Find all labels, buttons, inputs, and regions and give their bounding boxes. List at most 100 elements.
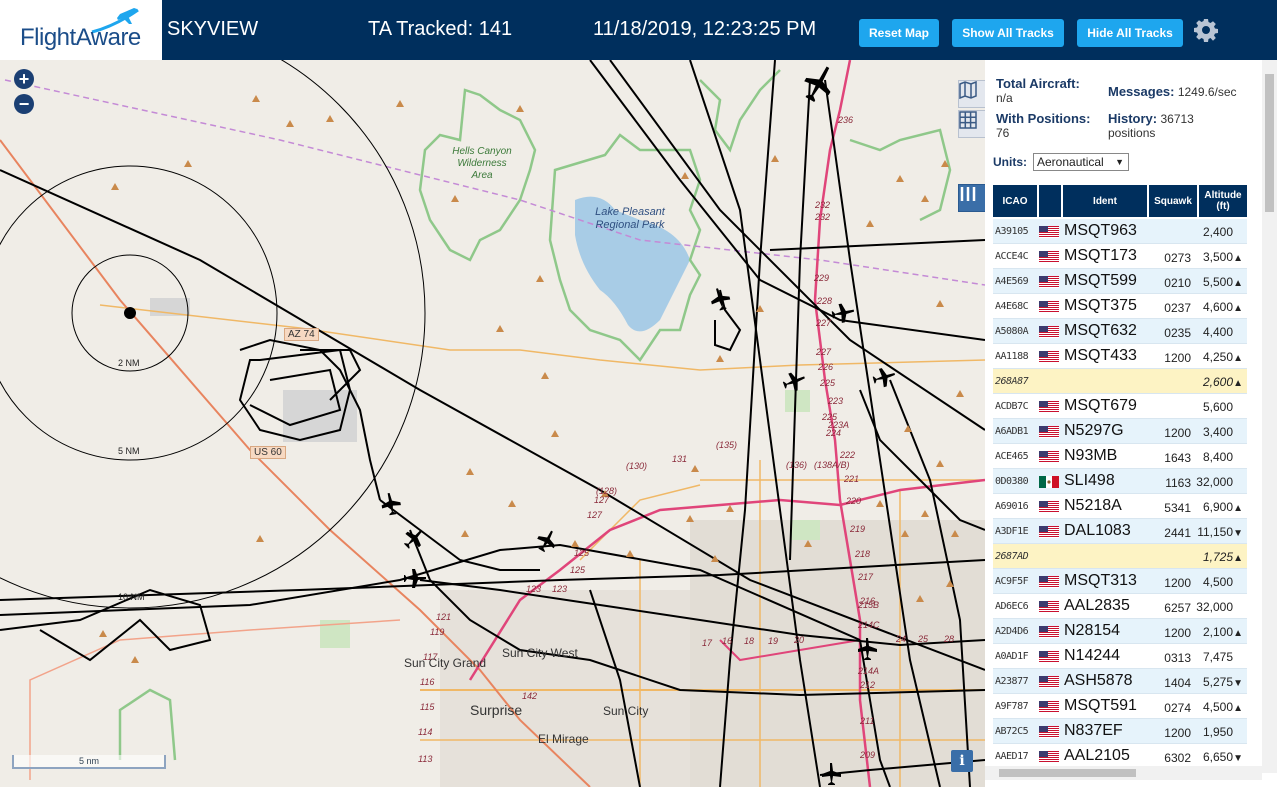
units-select[interactable]: Aeronautical ▼ <box>1033 153 1129 171</box>
route-number: 125 <box>570 565 586 575</box>
show-all-tracks-button[interactable]: Show All Tracks <box>952 19 1064 47</box>
table-row[interactable]: AA1188 MSQT433 1200 4,250▲ <box>993 344 1247 369</box>
table-row[interactable]: ACDB7C MSQT679 5,600 <box>993 394 1247 419</box>
us-flag-icon <box>1039 251 1059 263</box>
column-header-altitude[interactable]: Altitude (ft) <box>1199 185 1247 217</box>
altitude-value: 3,400 <box>1202 425 1233 439</box>
scrollbar-thumb[interactable] <box>999 769 1136 777</box>
route-number: 127 <box>594 495 610 505</box>
route-number: 221 <box>844 474 860 484</box>
column-header-ident[interactable]: Ident <box>1063 185 1147 217</box>
table-row[interactable]: ACCE4C MSQT173 0273 3,500▲ <box>993 244 1247 269</box>
route-number: 17 <box>702 638 713 648</box>
zoom-in-button[interactable]: + <box>14 69 34 89</box>
route-number: 116 <box>420 677 435 687</box>
altitude-trend-icon: ▼ <box>1233 528 1243 539</box>
altitude-cell: 5,500▲ <box>1189 275 1243 289</box>
icao-cell: AB72C5 <box>995 726 1029 737</box>
map-view[interactable]: Hells Canyon Wilderness Area Lake Pleasa… <box>0 60 985 787</box>
route-number: 20 <box>794 635 805 645</box>
table-row[interactable]: AD6EC6 AAL2835 6257 32,000 <box>993 594 1247 619</box>
table-row[interactable]: A4E569 MSQT599 0210 5,500▲ <box>993 269 1247 294</box>
table-row[interactable]: AB72C5 N837EF 1200 1,950 <box>993 719 1247 744</box>
route-number: 114 <box>418 727 433 737</box>
grid-icon <box>959 111 977 129</box>
icao-cell: 0D0380 <box>995 476 1029 487</box>
icao-cell: A2D4D6 <box>995 626 1029 637</box>
ident-cell: AAL2835 <box>1064 597 1130 614</box>
altitude-cell: 6,900▲ <box>1189 500 1243 514</box>
road-shield-us60: US 60 <box>250 446 286 459</box>
altitude-cell: 7,475 <box>1189 650 1243 664</box>
squawk-cell: 5341 <box>1164 501 1191 515</box>
icao-cell: A0AD1F <box>995 651 1029 662</box>
units-label: Units: <box>993 155 1027 169</box>
columns-toggle-button[interactable] <box>958 184 985 212</box>
altitude-cell: 1,950 <box>1189 725 1243 739</box>
altitude-value: 7,475 <box>1202 650 1233 664</box>
scrollbar-thumb[interactable] <box>1265 74 1274 212</box>
table-row[interactable]: ACE465 N93MB 1643 8,400 <box>993 444 1247 469</box>
ident-cell: N5218A <box>1064 497 1122 514</box>
ident-cell: N837EF <box>1064 722 1123 739</box>
table-row[interactable]: 0D0380 SLI498 1163 32,000 <box>993 469 1247 494</box>
route-number: 121 <box>436 612 452 622</box>
table-row[interactable]: 2687AD 1,725▲ <box>993 544 1247 569</box>
route-number: 214C <box>858 620 880 630</box>
route-number: 16 <box>722 636 733 646</box>
us-flag-icon <box>1039 426 1059 438</box>
gear-icon[interactable] <box>1194 18 1218 42</box>
column-header-icao[interactable]: ICAO <box>993 185 1037 217</box>
icao-cell: A4E68C <box>995 301 1029 312</box>
route-number: 226 <box>818 362 834 372</box>
altitude-value: 2,100 <box>1202 625 1233 639</box>
table-row[interactable]: A9F787 MSQT591 0274 4,500▲ <box>993 694 1247 719</box>
route-number: 227 <box>816 318 832 328</box>
ring-label-10nm: 10 NM <box>118 592 145 602</box>
altitude-value: 6,650 <box>1202 750 1233 764</box>
squawk-cell: 0313 <box>1164 651 1191 665</box>
column-header-squawk[interactable]: Squawk <box>1149 185 1197 217</box>
altitude-value: 4,500 <box>1202 700 1233 714</box>
info-icon[interactable]: i <box>951 750 973 772</box>
route-number: 142 <box>522 691 538 701</box>
map-layers-icon <box>959 81 977 99</box>
label-sun-city: Sun City <box>603 704 649 718</box>
route-number: 228 <box>817 296 833 306</box>
table-row[interactable]: A2D4D6 N28154 1200 2,100▲ <box>993 619 1247 644</box>
grid-button[interactable] <box>958 110 985 138</box>
map-layers-button[interactable] <box>958 80 985 108</box>
us-flag-icon <box>1039 751 1059 763</box>
reset-map-button[interactable]: Reset Map <box>859 19 939 47</box>
route-number: 214A <box>858 666 880 676</box>
table-row[interactable]: A0AD1F N14244 0313 7,475 <box>993 644 1247 669</box>
table-row[interactable]: AC9F5F MSQT313 1200 4,500 <box>993 569 1247 594</box>
table-row[interactable]: 268A87 2,600▲ <box>993 369 1247 394</box>
hide-all-tracks-button[interactable]: Hide All Tracks <box>1077 19 1183 47</box>
table-row[interactable]: A23877 ASH5878 1404 5,275▼ <box>993 669 1247 694</box>
table-row[interactable]: A3DF1E DAL1083 2441 11,150▼ <box>993 519 1247 544</box>
altitude-cell: 2,100▲ <box>1189 625 1243 639</box>
icao-cell: ACE465 <box>995 451 1029 462</box>
ring-label-2nm: 2 NM <box>118 358 140 368</box>
label-sun-city-west: Sun City West <box>502 646 578 660</box>
history-label: History: <box>1108 111 1158 126</box>
table-row[interactable]: A69016 N5218A 5341 6,900▲ <box>993 494 1247 519</box>
horizontal-scrollbar[interactable] <box>985 766 1262 780</box>
columns-icon <box>960 187 976 201</box>
zoom-out-button[interactable]: − <box>14 94 34 114</box>
us-flag-icon <box>1039 451 1059 463</box>
table-row[interactable]: A6ADB1 N5297G 1200 3,400 <box>993 419 1247 444</box>
ident-cell: MSQT599 <box>1064 272 1137 289</box>
altitude-value: 5,500 <box>1202 275 1233 289</box>
flightaware-logo[interactable]: FlightAware <box>0 0 162 60</box>
vertical-scrollbar[interactable] <box>1262 60 1277 773</box>
us-flag-icon <box>1039 226 1059 238</box>
us-flag-icon <box>1039 501 1059 513</box>
route-number: 131 <box>672 454 688 464</box>
table-row[interactable]: A39105 MSQT963 2,400 <box>993 219 1247 244</box>
squawk-cell: 1200 <box>1164 576 1191 590</box>
table-row[interactable]: A4E68C MSQT375 0237 4,600▲ <box>993 294 1247 319</box>
label-hells-canyon: Hells Canyon Wilderness Area <box>452 146 512 181</box>
table-row[interactable]: A5080A MSQT632 0235 4,400 <box>993 319 1247 344</box>
